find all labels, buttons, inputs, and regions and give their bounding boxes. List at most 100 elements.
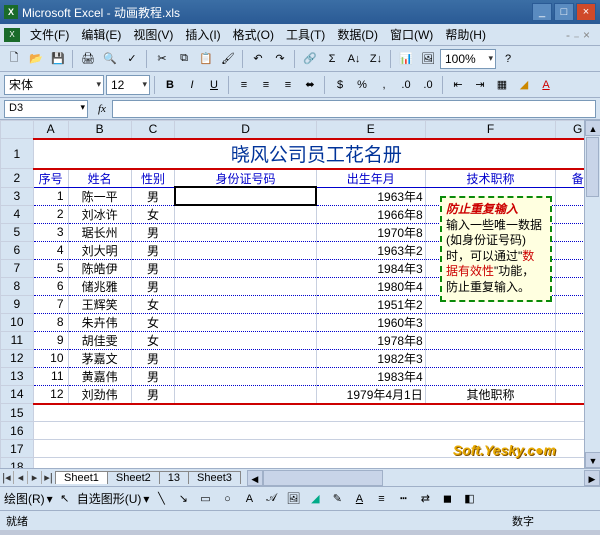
row-8[interactable]: 8: [1, 277, 34, 295]
comma-button[interactable]: ,: [374, 75, 394, 95]
cell-name[interactable]: 黄嘉伟: [68, 367, 131, 385]
tab-first[interactable]: |◂: [0, 471, 14, 484]
cell-id[interactable]: [175, 259, 317, 277]
indent-inc-button[interactable]: ⇥: [470, 75, 490, 95]
cell-gender[interactable]: 男: [131, 187, 175, 205]
cell-seq[interactable]: 1: [33, 187, 68, 205]
row-4[interactable]: 4: [1, 205, 34, 223]
cell-gender[interactable]: 男: [131, 349, 175, 367]
cell[interactable]: [33, 458, 584, 469]
spell-button[interactable]: ✓: [122, 49, 142, 69]
cell-id[interactable]: [175, 187, 317, 205]
italic-button[interactable]: I: [182, 75, 202, 95]
vertical-scrollbar[interactable]: ▲ ▼: [584, 120, 600, 468]
col-F[interactable]: F: [425, 121, 556, 139]
align-right-button[interactable]: ≡: [278, 75, 298, 95]
row-5[interactable]: 5: [1, 223, 34, 241]
shadow-icon[interactable]: ◼: [437, 489, 457, 509]
cell-rem[interactable]: [556, 259, 584, 277]
new-button[interactable]: 🗋: [4, 49, 24, 69]
cell-rem[interactable]: [556, 331, 584, 349]
col-C[interactable]: C: [131, 121, 175, 139]
horizontal-scrollbar[interactable]: ◀ ▶: [247, 470, 600, 486]
minimize-button[interactable]: _: [532, 3, 552, 21]
format-painter-button[interactable]: 🖌: [218, 49, 238, 69]
help-button[interactable]: ?: [498, 49, 518, 69]
sort-desc-button[interactable]: Z↓: [366, 49, 386, 69]
cell-id[interactable]: [175, 223, 317, 241]
cell-rem[interactable]: [556, 313, 584, 331]
cell-dob[interactable]: 1963年2: [316, 241, 425, 259]
row-10[interactable]: 10: [1, 313, 34, 331]
cell-gender[interactable]: 女: [131, 331, 175, 349]
hdr-gender[interactable]: 性别: [131, 169, 175, 188]
row-9[interactable]: 9: [1, 295, 34, 313]
cut-button[interactable]: ✂: [152, 49, 172, 69]
cell-seq[interactable]: 9: [33, 331, 68, 349]
row-17[interactable]: 17: [1, 440, 34, 458]
row-15[interactable]: 15: [1, 404, 34, 422]
cell-dob[interactable]: 1984年3: [316, 259, 425, 277]
cell-id[interactable]: [175, 385, 317, 404]
cell-name[interactable]: 胡佳雯: [68, 331, 131, 349]
help-search[interactable]: - ₋ ×: [560, 26, 596, 44]
maximize-button[interactable]: □: [554, 3, 574, 21]
cell-gender[interactable]: 男: [131, 223, 175, 241]
row-1[interactable]: 1: [1, 139, 34, 169]
3d-icon[interactable]: ◧: [459, 489, 479, 509]
line-color-icon[interactable]: ✎: [327, 489, 347, 509]
cell-name[interactable]: 刘冰许: [68, 205, 131, 223]
scroll-down-icon[interactable]: ▼: [585, 452, 600, 468]
cell-rem[interactable]: [556, 223, 584, 241]
name-box[interactable]: D3: [4, 100, 88, 118]
menu-insert[interactable]: 插入(I): [179, 24, 226, 45]
cell-gender[interactable]: 男: [131, 259, 175, 277]
scroll-left-icon[interactable]: ◀: [247, 470, 263, 486]
cell-name[interactable]: 陈皓伊: [68, 259, 131, 277]
col-G[interactable]: G: [556, 121, 584, 139]
fx-icon[interactable]: fx: [98, 103, 106, 115]
hdr-seq[interactable]: 序号: [33, 169, 68, 188]
cell-gender[interactable]: 男: [131, 367, 175, 385]
cell-title[interactable]: [425, 313, 556, 331]
menu-tools[interactable]: 工具(T): [280, 24, 331, 45]
col-A[interactable]: A: [33, 121, 68, 139]
menu-window[interactable]: 窗口(W): [384, 24, 439, 45]
cell-name[interactable]: 储兆雅: [68, 277, 131, 295]
dec-decimal-button[interactable]: .0: [418, 75, 438, 95]
row-18[interactable]: 18: [1, 458, 34, 469]
link-button[interactable]: 🔗: [300, 49, 320, 69]
cell-name[interactable]: 刘劲伟: [68, 385, 131, 404]
rect-icon[interactable]: ▭: [195, 489, 215, 509]
arrow-style-icon[interactable]: ⇄: [415, 489, 435, 509]
hdr-rem[interactable]: 备: [556, 169, 584, 188]
menu-edit[interactable]: 编辑(E): [75, 24, 127, 45]
align-center-button[interactable]: ≡: [256, 75, 276, 95]
tab-sheet1[interactable]: Sheet1: [55, 471, 108, 484]
title-cell[interactable]: 晓风公司员工花名册: [33, 139, 584, 169]
cell[interactable]: [33, 404, 584, 422]
hdr-dob[interactable]: 出生年月: [316, 169, 425, 188]
cell-seq[interactable]: 2: [33, 205, 68, 223]
underline-button[interactable]: U: [204, 75, 224, 95]
cell-id[interactable]: [175, 349, 317, 367]
line-style-icon[interactable]: ≡: [371, 489, 391, 509]
cell-dob[interactable]: 1979年4月1日: [316, 385, 425, 404]
cell-seq[interactable]: 7: [33, 295, 68, 313]
line-icon[interactable]: ╲: [151, 489, 171, 509]
draw-menu[interactable]: 绘图(R): [4, 490, 45, 507]
indent-dec-button[interactable]: ⇤: [448, 75, 468, 95]
cell-title[interactable]: [425, 349, 556, 367]
row-3[interactable]: 3: [1, 187, 34, 205]
tab-sheet2[interactable]: Sheet2: [107, 471, 160, 484]
scroll-up-icon[interactable]: ▲: [585, 120, 600, 136]
row-6[interactable]: 6: [1, 241, 34, 259]
cell-seq[interactable]: 4: [33, 241, 68, 259]
tab-13[interactable]: 13: [159, 471, 189, 484]
row-14[interactable]: 14: [1, 385, 34, 404]
undo-button[interactable]: ↶: [248, 49, 268, 69]
textbox-icon[interactable]: A: [239, 489, 259, 509]
cell-title[interactable]: [425, 367, 556, 385]
cell-id[interactable]: [175, 367, 317, 385]
arrow-icon[interactable]: ↘: [173, 489, 193, 509]
